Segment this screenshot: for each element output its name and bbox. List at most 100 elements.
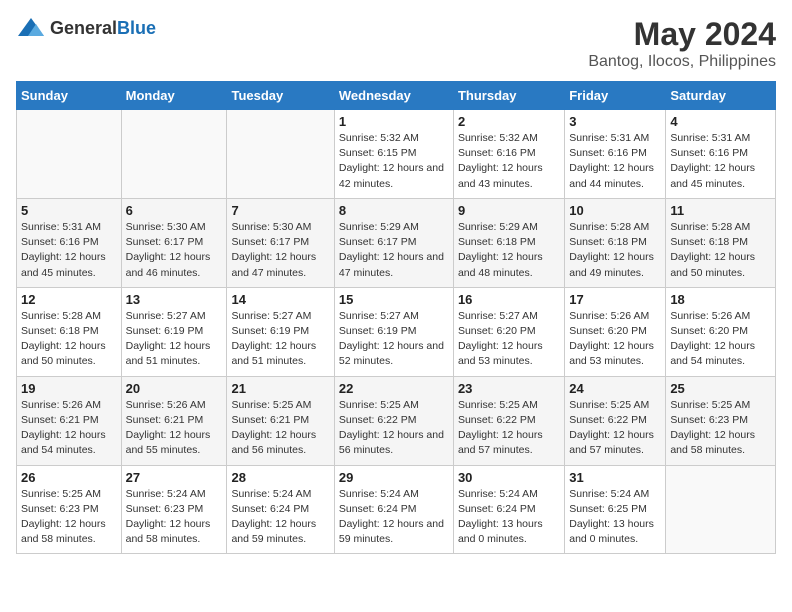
day-number: 10 (569, 203, 661, 218)
logo-icon (16, 16, 46, 40)
day-number: 2 (458, 114, 560, 129)
day-info: Sunrise: 5:25 AMSunset: 6:22 PMDaylight:… (339, 398, 449, 459)
day-number: 7 (231, 203, 329, 218)
calendar-cell: 23 Sunrise: 5:25 AMSunset: 6:22 PMDayligh… (453, 376, 564, 465)
day-info: Sunrise: 5:28 AMSunset: 6:18 PMDaylight:… (569, 220, 661, 281)
day-info: Sunrise: 5:32 AMSunset: 6:15 PMDaylight:… (339, 131, 449, 192)
calendar-cell: 10 Sunrise: 5:28 AMSunset: 6:18 PMDayligh… (565, 198, 666, 287)
calendar-cell: 28 Sunrise: 5:24 AMSunset: 6:24 PMDayligh… (227, 465, 334, 554)
day-info: Sunrise: 5:26 AMSunset: 6:21 PMDaylight:… (126, 398, 223, 459)
calendar-cell: 19 Sunrise: 5:26 AMSunset: 6:21 PMDayligh… (17, 376, 122, 465)
day-info: Sunrise: 5:28 AMSunset: 6:18 PMDaylight:… (21, 309, 117, 370)
day-info: Sunrise: 5:26 AMSunset: 6:21 PMDaylight:… (21, 398, 117, 459)
calendar-cell: 4 Sunrise: 5:31 AMSunset: 6:16 PMDaylight… (666, 110, 776, 199)
day-number: 23 (458, 381, 560, 396)
calendar-cell: 15 Sunrise: 5:27 AMSunset: 6:19 PMDayligh… (334, 287, 453, 376)
day-info: Sunrise: 5:30 AMSunset: 6:17 PMDaylight:… (231, 220, 329, 281)
day-info: Sunrise: 5:27 AMSunset: 6:20 PMDaylight:… (458, 309, 560, 370)
calendar-cell (666, 465, 776, 554)
day-number: 18 (670, 292, 771, 307)
day-info: Sunrise: 5:30 AMSunset: 6:17 PMDaylight:… (126, 220, 223, 281)
day-number: 29 (339, 470, 449, 485)
calendar-cell: 30 Sunrise: 5:24 AMSunset: 6:24 PMDayligh… (453, 465, 564, 554)
calendar-cell: 27Sunrise: 5:24 AMSunset: 6:23 PMDayligh… (121, 465, 227, 554)
day-info: Sunrise: 5:26 AMSunset: 6:20 PMDaylight:… (569, 309, 661, 370)
day-info: Sunrise: 5:25 AMSunset: 6:21 PMDaylight:… (231, 398, 329, 459)
day-number: 24 (569, 381, 661, 396)
calendar-cell: 17Sunrise: 5:26 AMSunset: 6:20 PMDayligh… (565, 287, 666, 376)
calendar-cell: 7 Sunrise: 5:30 AMSunset: 6:17 PMDaylight… (227, 198, 334, 287)
day-number: 25 (670, 381, 771, 396)
header: GeneralBlue May 2024 Bantog, Ilocos, Phi… (16, 16, 776, 71)
day-number: 22 (339, 381, 449, 396)
calendar-week-2: 5 Sunrise: 5:31 AMSunset: 6:16 PMDaylight… (17, 198, 776, 287)
calendar-week-5: 26 Sunrise: 5:25 AMSunset: 6:23 PMDayligh… (17, 465, 776, 554)
calendar-cell: 24Sunrise: 5:25 AMSunset: 6:22 PMDayligh… (565, 376, 666, 465)
day-number: 26 (21, 470, 117, 485)
day-number: 19 (21, 381, 117, 396)
day-info: Sunrise: 5:24 AMSunset: 6:24 PMDaylight:… (339, 487, 449, 548)
calendar-cell (227, 110, 334, 199)
day-number: 28 (231, 470, 329, 485)
calendar-cell: 5 Sunrise: 5:31 AMSunset: 6:16 PMDaylight… (17, 198, 122, 287)
day-number: 14 (231, 292, 329, 307)
day-info: Sunrise: 5:24 AMSunset: 6:24 PMDaylight:… (458, 487, 560, 548)
calendar-cell: 13Sunrise: 5:27 AMSunset: 6:19 PMDayligh… (121, 287, 227, 376)
day-number: 6 (126, 203, 223, 218)
day-number: 13 (126, 292, 223, 307)
day-number: 3 (569, 114, 661, 129)
calendar-cell: 3 Sunrise: 5:31 AMSunset: 6:16 PMDaylight… (565, 110, 666, 199)
calendar-table: SundayMondayTuesdayWednesdayThursdayFrid… (16, 81, 776, 554)
calendar-cell: 21 Sunrise: 5:25 AMSunset: 6:21 PMDayligh… (227, 376, 334, 465)
day-number: 9 (458, 203, 560, 218)
day-info: Sunrise: 5:31 AMSunset: 6:16 PMDaylight:… (21, 220, 117, 281)
title-area: May 2024 Bantog, Ilocos, Philippines (588, 16, 776, 71)
calendar-cell: 20Sunrise: 5:26 AMSunset: 6:21 PMDayligh… (121, 376, 227, 465)
subtitle: Bantog, Ilocos, Philippines (588, 53, 776, 71)
day-info: Sunrise: 5:31 AMSunset: 6:16 PMDaylight:… (569, 131, 661, 192)
day-number: 5 (21, 203, 117, 218)
day-number: 31 (569, 470, 661, 485)
day-number: 8 (339, 203, 449, 218)
calendar-cell: 29 Sunrise: 5:24 AMSunset: 6:24 PMDayligh… (334, 465, 453, 554)
day-info: Sunrise: 5:27 AMSunset: 6:19 PMDaylight:… (339, 309, 449, 370)
day-number: 4 (670, 114, 771, 129)
day-info: Sunrise: 5:32 AMSunset: 6:16 PMDaylight:… (458, 131, 560, 192)
calendar-cell: 22 Sunrise: 5:25 AMSunset: 6:22 PMDayligh… (334, 376, 453, 465)
logo-text-general: General (50, 18, 117, 38)
calendar-cell: 16 Sunrise: 5:27 AMSunset: 6:20 PMDayligh… (453, 287, 564, 376)
header-day-monday: Monday (121, 82, 227, 110)
day-number: 30 (458, 470, 560, 485)
day-number: 12 (21, 292, 117, 307)
day-number: 1 (339, 114, 449, 129)
calendar-cell: 9 Sunrise: 5:29 AMSunset: 6:18 PMDaylight… (453, 198, 564, 287)
day-number: 15 (339, 292, 449, 307)
header-day-thursday: Thursday (453, 82, 564, 110)
header-day-wednesday: Wednesday (334, 82, 453, 110)
day-number: 11 (670, 203, 771, 218)
day-number: 21 (231, 381, 329, 396)
calendar-cell: 26 Sunrise: 5:25 AMSunset: 6:23 PMDayligh… (17, 465, 122, 554)
logo: GeneralBlue (16, 16, 156, 40)
calendar-cell: 25 Sunrise: 5:25 AMSunset: 6:23 PMDayligh… (666, 376, 776, 465)
calendar-cell (17, 110, 122, 199)
calendar-week-1: 1 Sunrise: 5:32 AMSunset: 6:15 PMDaylight… (17, 110, 776, 199)
calendar-cell: 14 Sunrise: 5:27 AMSunset: 6:19 PMDayligh… (227, 287, 334, 376)
calendar-week-4: 19 Sunrise: 5:26 AMSunset: 6:21 PMDayligh… (17, 376, 776, 465)
calendar-header-row: SundayMondayTuesdayWednesdayThursdayFrid… (17, 82, 776, 110)
calendar-cell: 11Sunrise: 5:28 AMSunset: 6:18 PMDayligh… (666, 198, 776, 287)
header-day-saturday: Saturday (666, 82, 776, 110)
day-info: Sunrise: 5:25 AMSunset: 6:23 PMDaylight:… (670, 398, 771, 459)
day-info: Sunrise: 5:31 AMSunset: 6:16 PMDaylight:… (670, 131, 771, 192)
calendar-cell: 1 Sunrise: 5:32 AMSunset: 6:15 PMDaylight… (334, 110, 453, 199)
day-info: Sunrise: 5:27 AMSunset: 6:19 PMDaylight:… (231, 309, 329, 370)
day-info: Sunrise: 5:29 AMSunset: 6:18 PMDaylight:… (458, 220, 560, 281)
header-day-friday: Friday (565, 82, 666, 110)
day-info: Sunrise: 5:24 AMSunset: 6:24 PMDaylight:… (231, 487, 329, 548)
day-info: Sunrise: 5:25 AMSunset: 6:23 PMDaylight:… (21, 487, 117, 548)
day-info: Sunrise: 5:25 AMSunset: 6:22 PMDaylight:… (458, 398, 560, 459)
day-info: Sunrise: 5:29 AMSunset: 6:17 PMDaylight:… (339, 220, 449, 281)
day-number: 16 (458, 292, 560, 307)
day-info: Sunrise: 5:24 AMSunset: 6:23 PMDaylight:… (126, 487, 223, 548)
calendar-cell: 31Sunrise: 5:24 AMSunset: 6:25 PMDayligh… (565, 465, 666, 554)
